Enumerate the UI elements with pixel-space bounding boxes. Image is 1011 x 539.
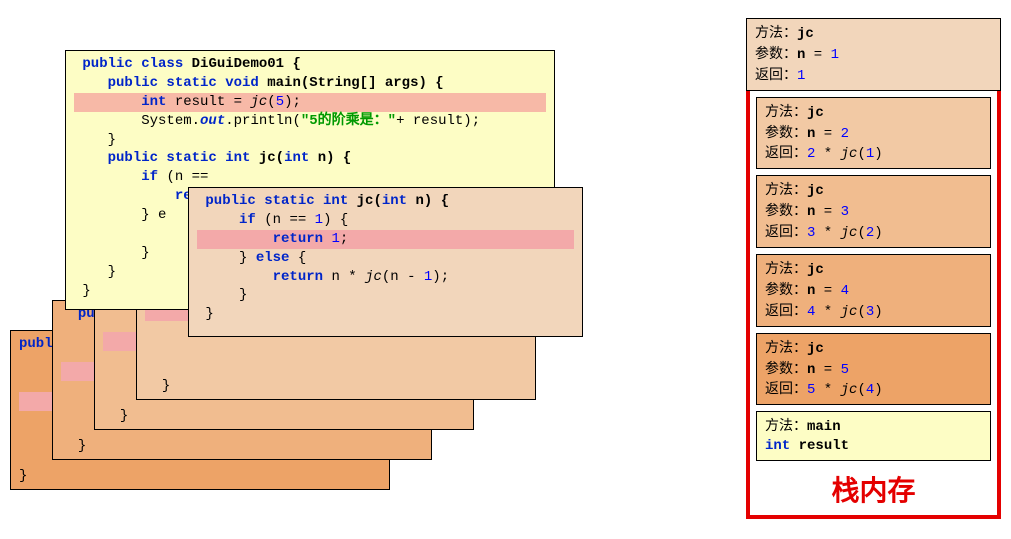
- stack-title: 栈内存: [750, 467, 997, 515]
- stack-frame-1: 方法：jc 参数：n = 1 返回：1: [746, 18, 1001, 91]
- method-main: main(String[] args) {: [267, 75, 443, 91]
- stack-memory-panel: 方法：jc 参数：n = 1 返回：1 方法：jc 参数：n = 2 返回：2 …: [746, 28, 1001, 519]
- stack-frame-4: 方法：jc 参数：n = 4 返回：4 * jc(3): [756, 254, 991, 327]
- code-brace: }: [162, 378, 170, 394]
- jc-code-card: public static int jc(int n) { if (n == 1…: [188, 187, 583, 337]
- stack-frame-2: 方法：jc 参数：n = 2 返回：2 * jc(1): [756, 97, 991, 170]
- stack-frame-3: 方法：jc 参数：n = 3 返回：3 * jc(2): [756, 175, 991, 248]
- stack-frame-main: 方法：main int result: [756, 411, 991, 461]
- code-stack-visualization: publ } pub } publ } publi } public class…: [10, 20, 630, 490]
- code-brace: }: [78, 438, 86, 454]
- stack-frame-5: 方法：jc 参数：n = 5 返回：5 * jc(4): [756, 333, 991, 406]
- kw: public static void: [108, 75, 259, 91]
- class-name: DiGuiDemo01 {: [192, 56, 301, 72]
- code-brace: }: [120, 408, 128, 424]
- code-brace: }: [19, 468, 27, 484]
- kw: public class: [82, 56, 183, 72]
- code-peek: publ: [19, 336, 53, 352]
